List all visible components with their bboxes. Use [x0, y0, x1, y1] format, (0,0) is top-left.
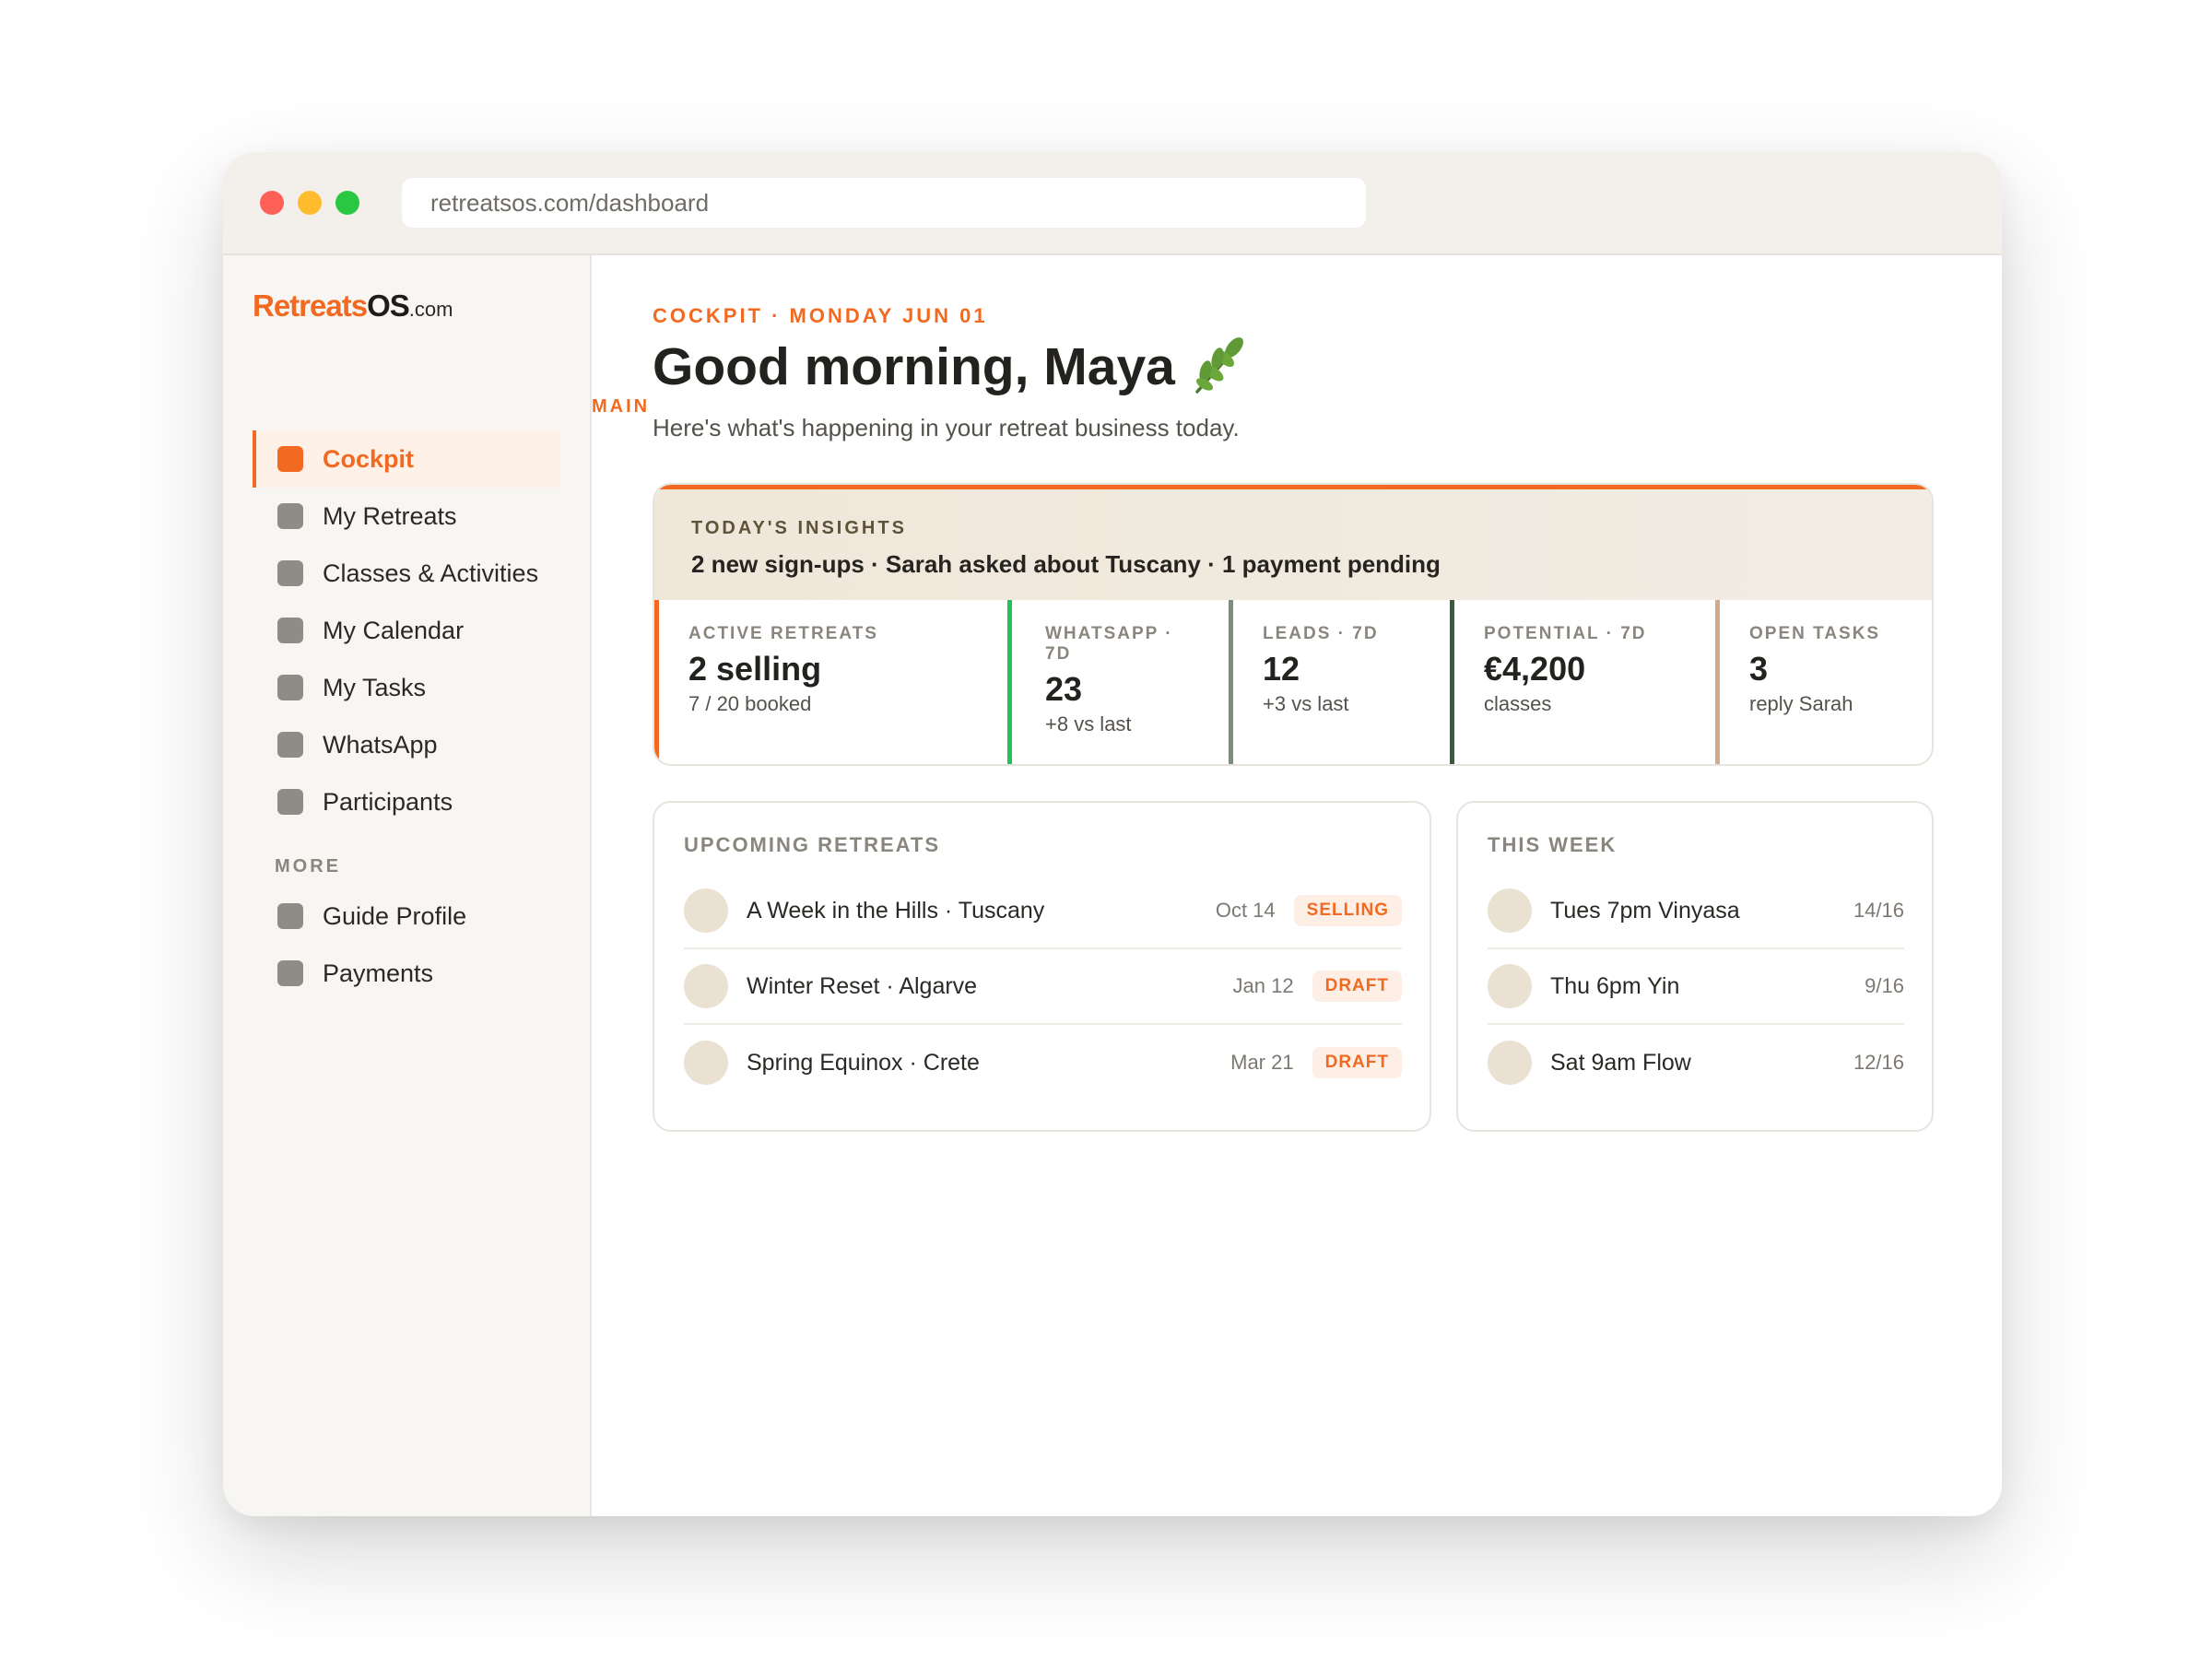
- sidebar: RetreatsOS.com MAIN Cockpit My Retreats …: [223, 255, 647, 1516]
- classes-icon: [277, 560, 303, 586]
- this-week-card: THIS WEEK Tues 7pm Vinyasa 14/16 Thu 6pm…: [1456, 801, 1934, 1132]
- sidebar-item-label: WhatsApp: [323, 730, 438, 759]
- maximize-window-button[interactable]: [335, 191, 359, 215]
- retreat-name: A Week in the Hills · Tuscany: [747, 897, 1045, 924]
- sidebar-item-label: My Tasks: [323, 673, 427, 701]
- class-name: Sat 9am Flow: [1550, 1049, 1691, 1076]
- minimize-window-button[interactable]: [298, 191, 322, 215]
- sidebar-section-more: MORE: [275, 856, 341, 877]
- retreats-icon: [277, 503, 303, 529]
- greeting-text: Good morning, Maya: [653, 337, 1175, 396]
- page-title: Good morning, Maya: [653, 336, 1249, 397]
- class-thumbnail: [1488, 1041, 1532, 1085]
- leaf-icon: [1195, 337, 1243, 394]
- kpi-sub: +3 vs last: [1263, 692, 1349, 715]
- retreat-row[interactable]: A Week in the Hills · Tuscany Oct 14 SEL…: [684, 874, 1402, 949]
- retreat-date: Oct 14: [1215, 899, 1276, 922]
- close-window-button[interactable]: [260, 191, 284, 215]
- class-capacity: 14/16: [1853, 899, 1904, 922]
- sidebar-item-guide-profile[interactable]: Guide Profile: [253, 888, 560, 945]
- sidebar-item-label: Guide Profile: [323, 901, 467, 930]
- main-content: COCKPIT · MONDAY JUN 01 Good morning, Ma…: [592, 255, 2002, 1516]
- kpi-whatsapp[interactable]: WHATSAPP · 7D 23 +8 vs last: [1007, 600, 1229, 764]
- retreat-thumbnail: [684, 1041, 728, 1085]
- browser-window: retreatsos.com/dashboard RetreatsOS.com …: [223, 152, 2002, 1516]
- kpi-sub: +8 vs last: [1045, 712, 1132, 735]
- address-bar[interactable]: retreatsos.com/dashboard: [402, 178, 1366, 228]
- class-name: Tues 7pm Vinyasa: [1550, 897, 1740, 924]
- page-eyebrow: COCKPIT · MONDAY JUN 01: [653, 304, 988, 327]
- kpi-value: 3: [1749, 650, 1769, 688]
- kpi-label: WHATSAPP · 7D: [1045, 624, 1173, 664]
- sidebar-item-payments[interactable]: Payments: [253, 945, 560, 1002]
- whatsapp-icon: [277, 732, 303, 758]
- cockpit-icon: [277, 446, 303, 472]
- kpi-value: 23: [1045, 670, 1083, 708]
- kpi-sub: 7 / 20 booked: [688, 692, 812, 715]
- class-row[interactable]: Tues 7pm Vinyasa 14/16: [1488, 874, 1904, 949]
- class-thumbnail: [1488, 888, 1532, 933]
- insights-label: TODAY'S INSIGHTS: [691, 518, 907, 538]
- kpi-value: 12: [1263, 650, 1300, 688]
- retreat-name: Winter Reset · Algarve: [747, 972, 978, 999]
- class-name: Thu 6pm Yin: [1550, 972, 1680, 999]
- calendar-icon: [277, 618, 303, 643]
- insights-panel: TODAY'S INSIGHTS 2 new sign-ups · Sarah …: [653, 483, 1934, 766]
- kpi-open-tasks[interactable]: OPEN TASKS 3 reply Sarah: [1715, 600, 1932, 764]
- kpi-label: POTENTIAL · 7D: [1484, 624, 1647, 643]
- class-capacity: 9/16: [1865, 974, 1904, 997]
- card-title: THIS WEEK: [1488, 833, 1618, 856]
- retreat-row[interactable]: Winter Reset · Algarve Jan 12 DRAFT: [684, 949, 1402, 1025]
- page-subtitle: Here's what's happening in your retreat …: [653, 414, 1240, 441]
- kpi-label: ACTIVE RETREATS: [688, 624, 878, 643]
- kpi-value: €4,200: [1484, 650, 1586, 688]
- status-badge: SELLING: [1293, 895, 1402, 926]
- participants-icon: [277, 789, 303, 815]
- kpi-label: OPEN TASKS: [1749, 624, 1881, 643]
- app-logo[interactable]: RetreatsOS.com: [253, 288, 453, 324]
- payments-icon: [277, 960, 303, 986]
- sidebar-item-label: Classes & Activities: [323, 559, 539, 587]
- tasks-icon: [277, 675, 303, 700]
- retreat-thumbnail: [684, 888, 728, 933]
- status-badge: DRAFT: [1312, 971, 1402, 1002]
- sidebar-item-whatsapp[interactable]: WhatsApp: [253, 716, 560, 773]
- class-thumbnail: [1488, 964, 1532, 1008]
- sidebar-item-classes-activities[interactable]: Classes & Activities: [253, 545, 560, 602]
- profile-icon: [277, 903, 303, 929]
- sidebar-item-participants[interactable]: Participants: [253, 773, 560, 830]
- retreat-row[interactable]: Spring Equinox · Crete Mar 21 DRAFT: [684, 1025, 1402, 1100]
- card-title: UPCOMING RETREATS: [684, 833, 941, 856]
- kpi-active-retreats[interactable]: ACTIVE RETREATS 2 selling 7 / 20 booked: [654, 600, 1007, 764]
- retreat-date: Mar 21: [1230, 1051, 1294, 1074]
- kpi-sub: classes: [1484, 692, 1552, 715]
- sidebar-item-my-calendar[interactable]: My Calendar: [253, 602, 560, 659]
- sidebar-item-label: Participants: [323, 787, 453, 816]
- insights-summary: 2 new sign-ups · Sarah asked about Tusca…: [691, 550, 1441, 578]
- kpi-leads[interactable]: LEADS · 7D 12 +3 vs last: [1229, 600, 1450, 764]
- sidebar-item-my-tasks[interactable]: My Tasks: [253, 659, 560, 716]
- sidebar-item-my-retreats[interactable]: My Retreats: [253, 488, 560, 545]
- browser-titlebar: retreatsos.com/dashboard: [223, 152, 2002, 255]
- kpi-label: LEADS · 7D: [1263, 624, 1379, 643]
- sidebar-item-label: My Calendar: [323, 616, 465, 644]
- class-row[interactable]: Thu 6pm Yin 9/16: [1488, 949, 1904, 1025]
- class-row[interactable]: Sat 9am Flow 12/16: [1488, 1025, 1904, 1100]
- sidebar-item-label: Payments: [323, 959, 434, 987]
- kpi-sub: reply Sarah: [1749, 692, 1853, 715]
- status-badge: DRAFT: [1312, 1047, 1402, 1078]
- insights-header: TODAY'S INSIGHTS 2 new sign-ups · Sarah …: [654, 485, 1932, 600]
- class-capacity: 12/16: [1853, 1051, 1904, 1074]
- retreat-date: Jan 12: [1232, 974, 1294, 997]
- sidebar-item-cockpit[interactable]: Cockpit: [253, 430, 560, 488]
- upcoming-retreats-card: UPCOMING RETREATS A Week in the Hills · …: [653, 801, 1431, 1132]
- kpi-potential[interactable]: POTENTIAL · 7D €4,200 classes: [1450, 600, 1715, 764]
- retreat-name: Spring Equinox · Crete: [747, 1049, 980, 1076]
- sidebar-item-label: My Retreats: [323, 501, 457, 530]
- retreat-thumbnail: [684, 964, 728, 1008]
- kpi-value: 2 selling: [688, 650, 822, 688]
- sidebar-item-label: Cockpit: [323, 444, 415, 473]
